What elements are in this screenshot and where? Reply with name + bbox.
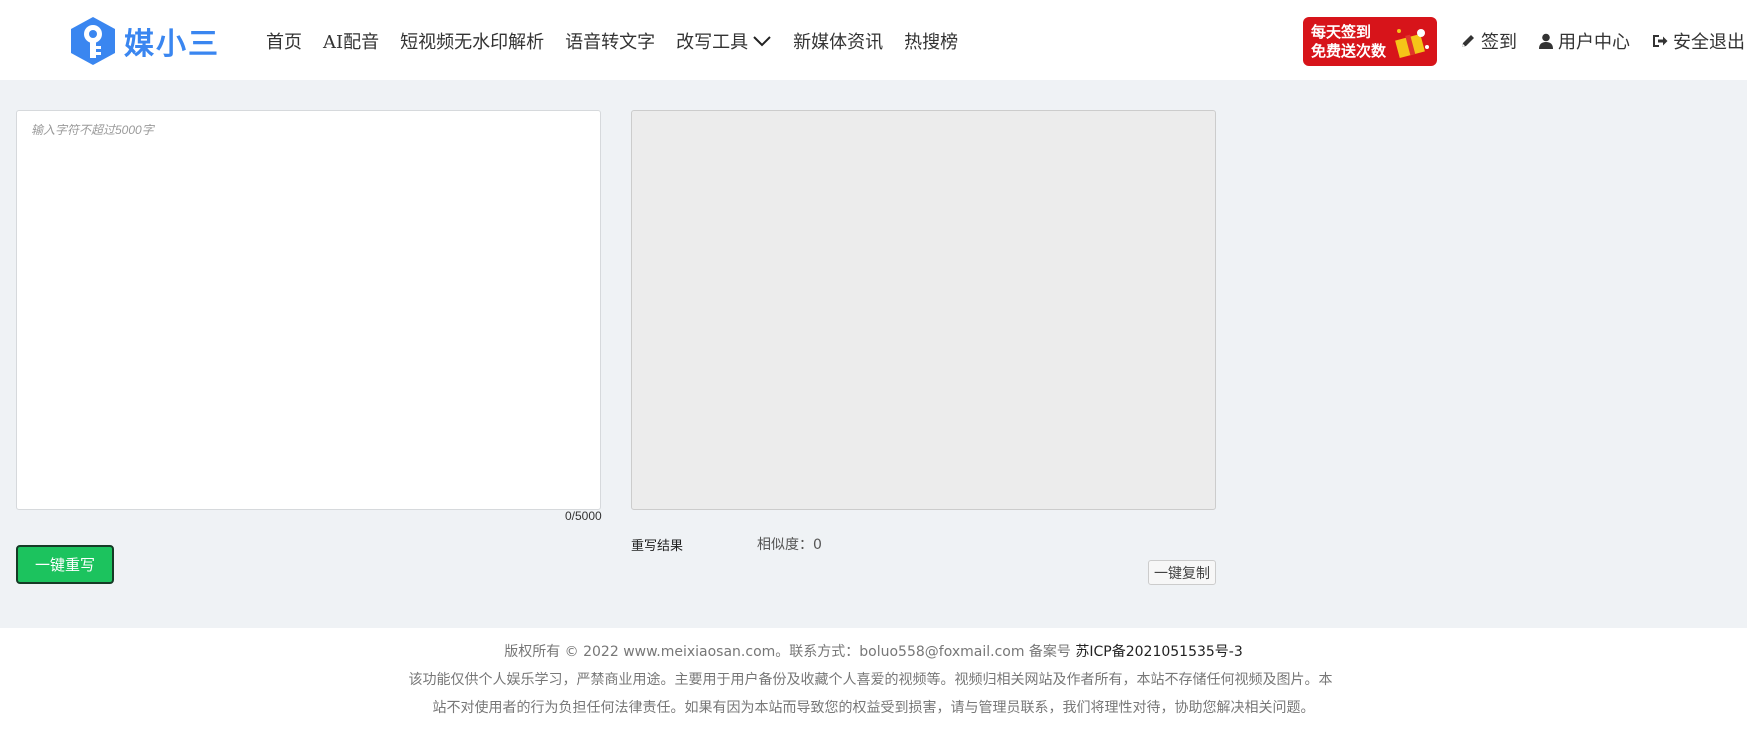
sign-out-icon xyxy=(1653,35,1668,47)
nav-item-rewrite-tools-label: 改写工具 xyxy=(676,32,749,53)
gift-box-icon xyxy=(1395,29,1429,59)
nav-item-news[interactable]: 新媒体资讯 xyxy=(793,28,883,54)
nav-item-rewrite-tools[interactable]: 改写工具 xyxy=(676,28,772,54)
nav-item-speech-to-text[interactable]: 语音转文字 xyxy=(565,28,655,54)
logout-label: 安全退出 xyxy=(1673,32,1745,53)
chevron-down-icon xyxy=(753,36,771,47)
user-icon xyxy=(1539,33,1553,49)
nav-item-hot-search[interactable]: 热搜榜 xyxy=(904,28,958,54)
source-text-input[interactable] xyxy=(16,110,601,510)
promo-text: 每天签到 免费送次数 xyxy=(1311,22,1387,60)
copy-button[interactable]: 一键复制 xyxy=(1148,560,1216,585)
icp-record-link[interactable]: 苏ICP备2021051535号-3 xyxy=(1075,644,1242,660)
result-label: 重写结果 xyxy=(631,539,684,554)
footer-copyright: 版权所有 © 2022 www.meixiaosan.com。联系方式：bolu… xyxy=(504,644,1071,660)
pencil-icon xyxy=(1462,35,1474,47)
nav-item-home[interactable]: 首页 xyxy=(266,28,302,54)
user-center-link[interactable]: 用户中心 xyxy=(1539,28,1630,54)
char-counter: 0/5000 xyxy=(565,509,602,523)
user-links: 签到 用户中心 安全退出 xyxy=(1460,28,1747,54)
rewrite-output-box[interactable] xyxy=(631,110,1216,510)
nav-item-ai-dubbing[interactable]: AI配音 xyxy=(323,28,379,54)
footer-disclaimer-1: 该功能仅供个人娱乐学习，严禁商业用途。主要用于用户备份及收藏个人喜爱的视频等。视… xyxy=(408,672,1333,688)
signin-link[interactable]: 签到 xyxy=(1460,28,1517,54)
footer-disclaimer-2: 站不对使用者的行为负担任何法律责任。如果有因为本站而导致您的权益受到损害，请与管… xyxy=(432,700,1315,716)
logo-text: 媒小三 xyxy=(124,27,220,62)
daily-signin-promo-banner[interactable]: 每天签到 免费送次数 xyxy=(1303,17,1437,66)
rewrite-button[interactable]: 一键重写 xyxy=(16,545,114,584)
site-logo[interactable]: 媒小三 xyxy=(70,16,220,66)
user-center-label: 用户中心 xyxy=(1558,32,1630,53)
rewrite-workspace: 0/5000 一键重写 重写结果 相似度：0 一键复制 xyxy=(0,80,1747,628)
footer-copyright-line: 版权所有 © 2022 www.meixiaosan.com。联系方式：bolu… xyxy=(0,638,1747,666)
logout-link[interactable]: 安全退出 xyxy=(1652,28,1745,54)
top-header: 媒小三 首页 AI配音 短视频无水印解析 语音转文字 改写工具 新媒体资讯 热搜… xyxy=(0,0,1747,80)
nav-item-video-parse[interactable]: 短视频无水印解析 xyxy=(400,28,544,54)
signin-label: 签到 xyxy=(1481,32,1517,53)
main-nav: 首页 AI配音 短视频无水印解析 语音转文字 改写工具 新媒体资讯 热搜榜 xyxy=(266,28,979,54)
logo-hexagon-icon xyxy=(70,16,116,66)
page-footer: 版权所有 © 2022 www.meixiaosan.com。联系方式：bolu… xyxy=(0,628,1747,737)
similarity-value: 相似度：0 xyxy=(757,537,822,553)
